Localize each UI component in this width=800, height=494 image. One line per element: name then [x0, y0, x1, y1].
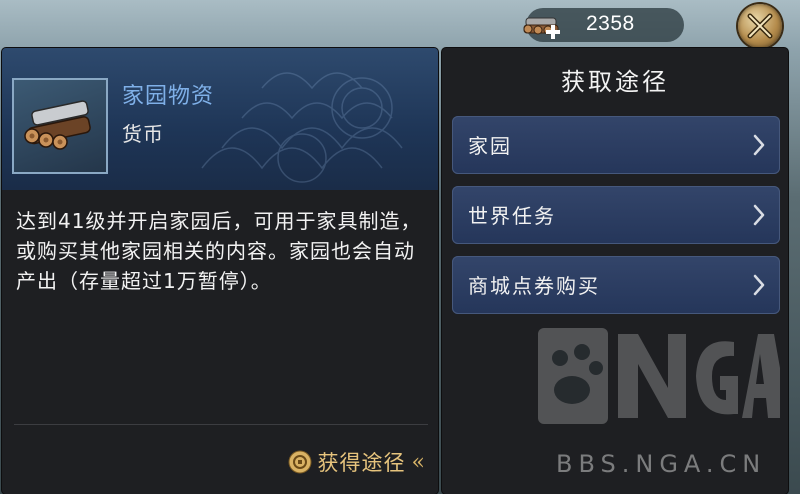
- item-description: 达到41级并开启家园后，可用于家具制造，或购买其他家园相关的内容。家园也会自动产…: [16, 209, 422, 293]
- resource-amount: 2358: [586, 12, 635, 35]
- acquire-option-home[interactable]: 家园: [452, 116, 780, 174]
- obtain-method-label: 获得途径: [317, 451, 406, 475]
- acquire-title: 获取途径: [561, 68, 669, 96]
- lumber-bundle-icon: [24, 100, 91, 150]
- item-icon-frame: [12, 78, 108, 174]
- item-info-panel: 家园物资 货币 达到41级并开启家园后，可用于家具制造，或购买其他家园相关的内容…: [2, 48, 438, 494]
- acquire-option-label: 世界任务: [468, 204, 556, 228]
- chevron-right-icon: [753, 134, 765, 156]
- acquire-option-shop-coupon[interactable]: 商城点券购买: [452, 256, 780, 314]
- item-header: 家园物资 货币: [2, 48, 438, 190]
- close-icon: [747, 13, 773, 39]
- obtain-method-link[interactable]: 获得途径 «: [288, 448, 426, 476]
- acquire-option-label: 商城点券购买: [468, 274, 600, 298]
- item-name: 家园物资: [122, 84, 215, 109]
- acquire-panel: 获取途径 家园 世界任务 商城点券购买: [442, 48, 788, 494]
- item-type: 货币: [122, 122, 164, 146]
- chevron-right-icon: [753, 274, 765, 296]
- watermark-url: BBS.NGA.CN: [556, 450, 767, 478]
- chevron-right-icon: [753, 204, 765, 226]
- coin-icon: [288, 450, 312, 474]
- acquire-option-label: 家园: [468, 134, 512, 158]
- divider: [14, 424, 428, 425]
- close-button[interactable]: [738, 4, 782, 48]
- nga-watermark-logo: [538, 328, 780, 424]
- double-chevron-left-icon: «: [411, 449, 426, 475]
- lumber-plus-icon[interactable]: [520, 10, 570, 44]
- acquire-option-world-quest[interactable]: 世界任务: [452, 186, 780, 244]
